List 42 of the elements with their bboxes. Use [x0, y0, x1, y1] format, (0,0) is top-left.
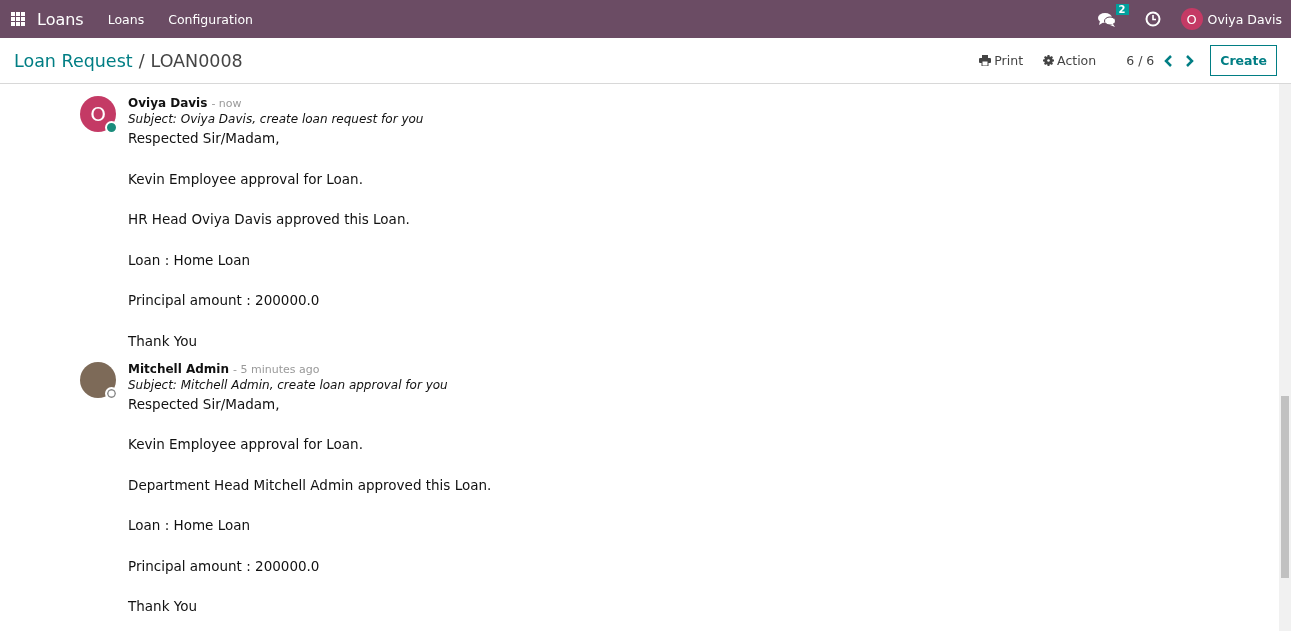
menu-item[interactable]: Loans — [107, 11, 145, 27]
message-count-badge: 2 — [1115, 3, 1129, 15]
app-name[interactable]: Loans — [37, 9, 84, 29]
clock-icon[interactable] — [1144, 11, 1161, 27]
gear-icon — [1043, 55, 1055, 66]
menu-item[interactable]: Configuration — [168, 11, 253, 27]
scrollbar[interactable] — [1279, 84, 1291, 631]
print-button[interactable]: Print — [979, 53, 1024, 68]
author-name: Oviya Davis — [128, 96, 208, 110]
message-time: - 5 minutes ago — [233, 362, 320, 376]
user-name[interactable]: Oviya Davis — [1207, 11, 1282, 27]
breadcrumb-link[interactable]: Loan Request — [14, 50, 133, 71]
author-name: Mitchell Admin — [128, 361, 230, 376]
chat-bubbles-icon[interactable] — [1097, 11, 1116, 27]
message-paragraph: Thank You — [128, 331, 198, 351]
breadcrumb-current: LOAN0008 — [150, 50, 243, 71]
next-chevron-icon[interactable] — [1185, 54, 1195, 67]
apps-grid-icon[interactable] — [11, 12, 25, 26]
message-paragraph: Respected Sir/Madam, — [128, 394, 281, 414]
scrollbar-thumb[interactable] — [1281, 396, 1289, 578]
message-paragraph: Thank You — [128, 597, 198, 616]
create-button[interactable]: Create — [1210, 45, 1277, 76]
message-time: - now — [211, 97, 242, 110]
message-subject: Subject: Mitchell Admin, create loan approval for you — [128, 377, 449, 392]
message-subject: Subject: Oviya Davis, create loan request for you — [128, 112, 424, 126]
message-paragraph: Principal amount : 200000.0 — [128, 556, 321, 576]
message-paragraph: Loan : Home Loan — [128, 250, 252, 270]
action-button[interactable]: Action — [1043, 53, 1097, 68]
message-paragraph: Respected Sir/Madam, — [128, 129, 281, 148]
letter-avatar: O — [80, 96, 116, 132]
pager-value: 6 / 6 — [1126, 53, 1155, 68]
message-paragraph: Loan : Home Loan — [128, 516, 252, 535]
photo-placeholder — [80, 361, 116, 398]
message-paragraph: Principal amount : 200000.0 — [128, 291, 321, 310]
message-paragraph: HR Head Oviya Davis approved this Loan. — [128, 210, 411, 229]
message-paragraph: Department Head Mitchell Admin approved this Loan. — [128, 475, 492, 495]
message-paragraph: Kevin Employee approval for Loan. — [128, 169, 364, 189]
previous-chevron-icon[interactable] — [1164, 54, 1174, 67]
printer-icon — [979, 55, 992, 66]
user-avatar[interactable]: O — [1180, 8, 1203, 30]
breadcrumb-separator: / — [138, 50, 145, 71]
message-paragraph: Kevin Employee approval for Loan. — [128, 435, 364, 454]
